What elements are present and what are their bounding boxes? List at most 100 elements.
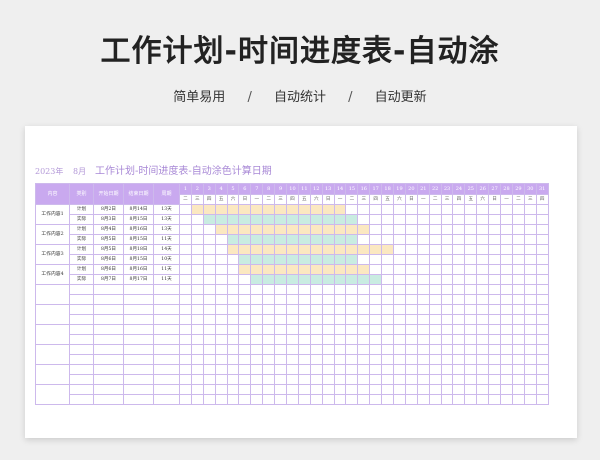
gantt-cell [393, 384, 406, 395]
day-number: 3 [202, 183, 216, 195]
gantt-bar-cell [345, 224, 359, 235]
gantt-cell [202, 324, 216, 335]
gantt-cell [262, 394, 276, 405]
empty-cell [69, 334, 94, 345]
gantt-bar-cell [226, 204, 240, 215]
gantt-cell [440, 374, 454, 385]
gantt-cell [262, 284, 276, 295]
empty-cell [69, 384, 94, 395]
gantt-cell [309, 394, 323, 405]
gantt-cell [369, 264, 383, 275]
gantt-bar-cell [274, 254, 288, 265]
gantt-cell [369, 324, 383, 335]
gantt-cell [428, 344, 442, 355]
gantt-cell [464, 384, 478, 395]
gantt-cell [476, 294, 490, 305]
gantt-cell [333, 284, 347, 295]
gantt-cell [488, 334, 502, 345]
gantt-cell [274, 344, 288, 355]
gantt-cell [179, 204, 192, 215]
gantt-cell [250, 374, 264, 385]
gantt-bar-cell [238, 254, 252, 265]
column-header: 开始日期 [93, 183, 124, 205]
empty-cell [153, 284, 180, 295]
gantt-cell [488, 354, 502, 365]
gantt-bar-cell [226, 234, 240, 245]
empty-cell [69, 374, 94, 385]
gantt-cell [452, 214, 466, 225]
weekday-label: 五 [297, 194, 311, 205]
gantt-bar-cell [262, 224, 276, 235]
gantt-bar-cell [369, 244, 383, 255]
empty-cell [93, 314, 124, 325]
empty-cell [69, 294, 94, 305]
gantt-cell [321, 334, 335, 345]
gantt-bar-cell [286, 254, 299, 265]
gantt-cell [535, 344, 549, 355]
gantt-cell [357, 234, 371, 245]
day-number: 12 [309, 183, 323, 195]
gantt-cell [321, 374, 335, 385]
day-number: 21 [416, 183, 430, 195]
empty-row [36, 294, 549, 305]
gantt-cell [274, 384, 288, 395]
gantt-cell [321, 324, 335, 335]
gantt-cell [523, 314, 537, 325]
gantt-cell [250, 364, 264, 375]
task-content-cell: 工作内容1 [35, 204, 70, 225]
gantt-cell [511, 294, 525, 305]
gantt-cell [286, 384, 299, 395]
gantt-cell [476, 284, 490, 295]
day-number: 18 [381, 183, 395, 195]
gantt-cell [190, 224, 204, 235]
gantt-cell [476, 384, 490, 395]
gantt-cell [179, 364, 192, 375]
day-number: 15 [345, 183, 359, 195]
gantt-cell [381, 354, 395, 365]
empty-cell [153, 294, 180, 305]
gantt-cell [535, 294, 549, 305]
weekday-label: 二 [262, 194, 276, 205]
gantt-cell [321, 304, 335, 315]
day-number: 7 [250, 183, 264, 195]
gantt-cell [428, 214, 442, 225]
empty-cell [153, 324, 180, 335]
weekday-label: 五 [381, 194, 395, 205]
gantt-cell [357, 314, 371, 325]
gantt-cell [226, 354, 240, 365]
gantt-cell [416, 324, 430, 335]
gantt-cell [452, 224, 466, 235]
table-row: 工作内容3 计划 8月5日 8月18日 14天 [35, 244, 549, 265]
gantt-cell [393, 304, 406, 315]
gantt-cell [393, 344, 406, 355]
gantt-cell [476, 214, 490, 225]
empty-row [35, 344, 549, 365]
gantt-cell [381, 234, 395, 245]
weekday-label: 四 [369, 194, 383, 205]
gantt-cell [381, 344, 395, 355]
gantt-cell [357, 254, 371, 265]
start-date-cell: 8月6日 [93, 254, 124, 265]
gantt-cell [464, 304, 478, 315]
gantt-cell [381, 364, 395, 375]
gantt-cell [500, 274, 513, 285]
weekday-label: 三 [357, 194, 371, 205]
end-date-cell: 8月15日 [123, 214, 154, 225]
gantt-cell [535, 254, 549, 265]
table-row: 工作内容2 计划 8月4日 8月16日 13天 [35, 224, 549, 245]
gantt-cell [464, 214, 478, 225]
gantt-cell [511, 324, 525, 335]
gantt-cell [500, 304, 513, 315]
gantt-cell [404, 214, 418, 225]
gantt-cell [202, 384, 216, 395]
gantt-cell [357, 204, 371, 215]
gantt-cell [309, 354, 323, 365]
gantt-cell [250, 394, 264, 405]
gantt-cell [488, 224, 502, 235]
gantt-cell [416, 234, 430, 245]
gantt-bar-cell [333, 264, 347, 275]
gantt-cell [381, 304, 395, 315]
gantt-cell [274, 314, 288, 325]
gantt-cell [535, 364, 549, 375]
gantt-cell [369, 374, 383, 385]
